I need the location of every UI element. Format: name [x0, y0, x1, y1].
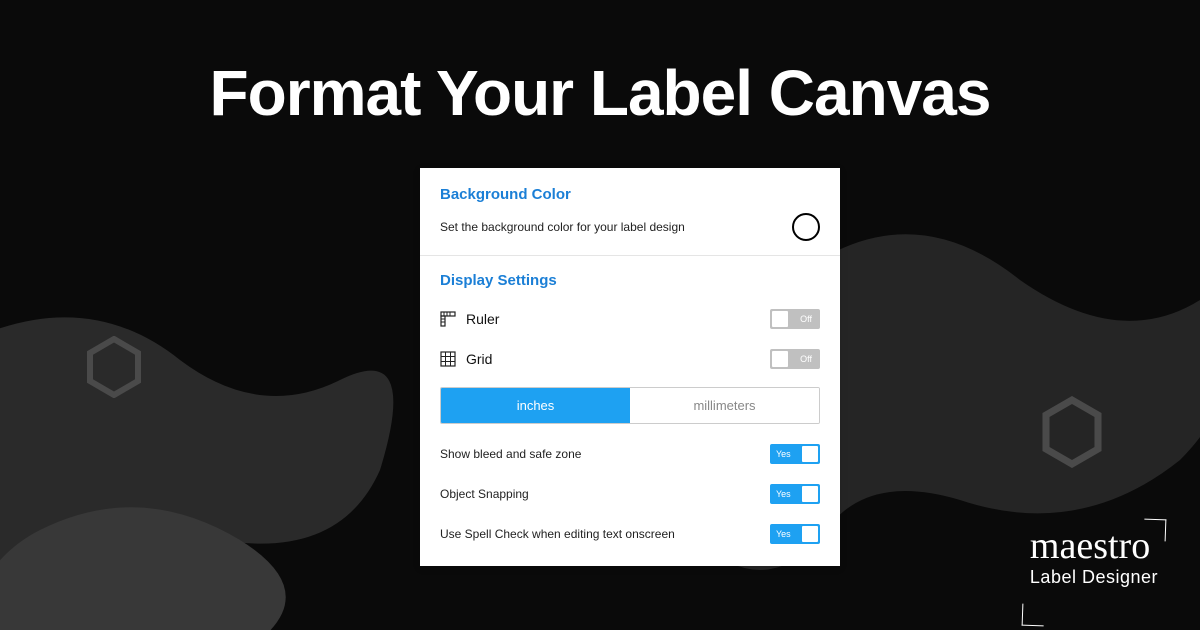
ruler-label: Ruler [466, 311, 499, 327]
background-color-swatch[interactable] [792, 213, 820, 241]
page-title: Format Your Label Canvas [0, 56, 1200, 130]
spell-label: Use Spell Check when editing text onscre… [440, 527, 675, 541]
display-settings-heading: Display Settings [440, 272, 820, 289]
snap-label: Object Snapping [440, 487, 529, 501]
brand-logo: maestro Label Designer [1030, 527, 1158, 588]
grid-icon [440, 351, 456, 367]
unit-inches[interactable]: inches [441, 388, 630, 423]
unit-switch: inches millimeters [440, 387, 820, 424]
spell-toggle[interactable]: Yes [770, 524, 820, 544]
settings-panel: Background Color Set the background colo… [420, 168, 840, 566]
snap-toggle[interactable]: Yes [770, 484, 820, 504]
divider [420, 255, 840, 256]
bleed-toggle[interactable]: Yes [770, 444, 820, 464]
background-color-heading: Background Color [440, 186, 820, 203]
ruler-toggle[interactable]: Off [770, 309, 820, 329]
grid-label: Grid [466, 351, 492, 367]
bleed-label: Show bleed and safe zone [440, 447, 581, 461]
hexagon-icon [86, 336, 142, 398]
ruler-icon [440, 311, 456, 327]
grid-toggle[interactable]: Off [770, 349, 820, 369]
unit-millimeters[interactable]: millimeters [630, 388, 819, 423]
background-color-desc: Set the background color for your label … [440, 220, 685, 234]
hexagon-icon [1040, 396, 1104, 468]
